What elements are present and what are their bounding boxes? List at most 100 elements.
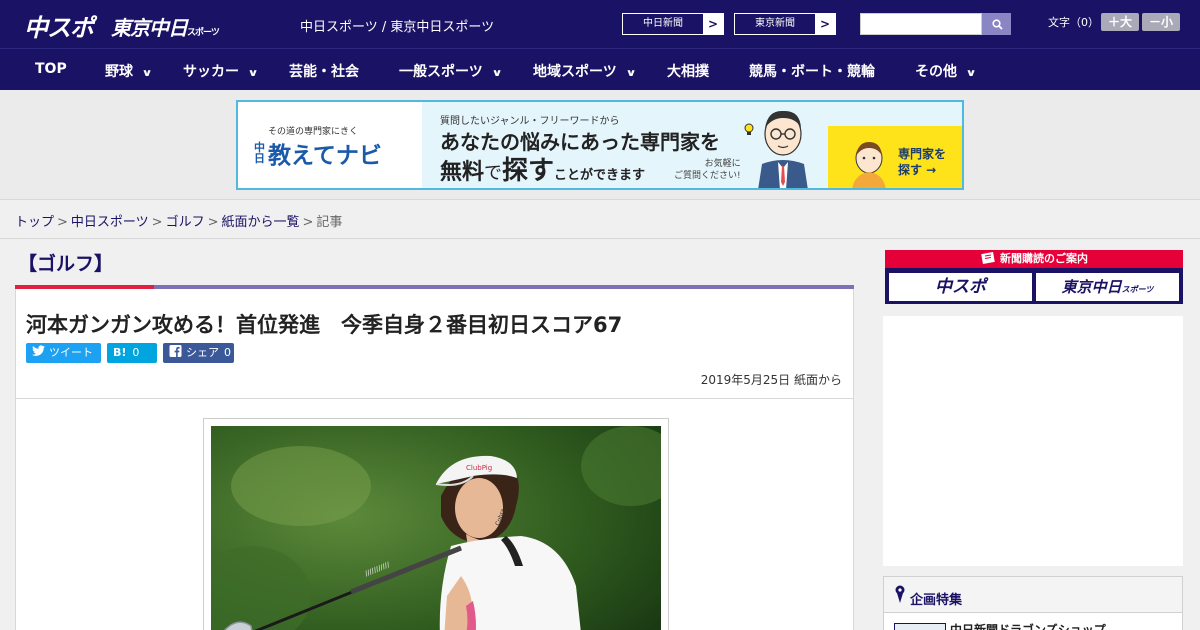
- nav-item-label: 芸能・社会: [289, 64, 359, 80]
- sidebar-ad-slot[interactable]: [883, 316, 1183, 566]
- ad-free-text: 無料: [440, 160, 485, 185]
- search-icon: [992, 19, 1003, 30]
- main-nav: TOP 野球 ∨ サッカー ∨ 芸能・社会 一般スポーツ ∨ 地域スポーツ ∨ 大相撲 …: [0, 48, 1200, 90]
- article-date: 2019年5月25日 紙面から: [700, 373, 842, 387]
- search-input[interactable]: [860, 13, 982, 35]
- pin-icon: [895, 585, 905, 603]
- article-photo[interactable]: ClubPig Cobra ///////////: [211, 426, 661, 630]
- hatena-count: 0: [132, 346, 140, 359]
- breadcrumb-separator: >: [151, 215, 163, 230]
- chevron-down-icon: ∨: [247, 68, 259, 79]
- nav-item-label: 競馬・ボート・競輪: [749, 64, 875, 80]
- breadcrumb-current: 記事: [316, 215, 343, 230]
- ad-cta-text: 専門家を探す →: [898, 146, 946, 178]
- nav-item-other[interactable]: その他 ∨: [915, 61, 977, 81]
- nav-item-label: サッカー: [183, 64, 239, 80]
- breadcrumb-link-golf[interactable]: ゴルフ: [166, 215, 205, 230]
- nav-item-label: 野球: [105, 64, 133, 80]
- subscribe-chuspo-link[interactable]: 中スポ: [889, 273, 1032, 301]
- breadcrumb-link-paper-list[interactable]: 紙面から一覧: [222, 215, 300, 230]
- search-button[interactable]: [982, 13, 1011, 35]
- nav-item-top[interactable]: TOP: [35, 61, 67, 77]
- ad-note-line: お気軽に: [704, 159, 741, 169]
- breadcrumb-link-top[interactable]: トップ: [15, 215, 54, 230]
- facebook-count: 0: [224, 346, 231, 359]
- feature-section: 企画特集 中日新聞ドラゴンズショップ: [883, 576, 1183, 630]
- chevron-right-icon: >: [815, 14, 835, 34]
- tokyo-logo-text: 東京中日: [111, 16, 188, 40]
- newspaper-icon: [981, 252, 995, 264]
- ad-search-text: 探す: [502, 156, 555, 186]
- top-ad-area: その道の専門家にきく 中日 教えてナビ 質問したいジャンル・フリーワードから あ…: [0, 90, 1200, 200]
- ad-headline-2: 無料で探すことができます: [440, 150, 645, 187]
- businessman-illustration: [758, 110, 808, 188]
- ad-brand-panel: その道の専門家にきく 中日 教えてナビ: [238, 102, 422, 188]
- ad-note: お気軽に ご質問ください!: [674, 158, 741, 182]
- breadcrumb-separator: >: [57, 215, 68, 230]
- subscription-heading: 新聞購読のご案内: [885, 250, 1183, 268]
- paper-link-label: 中日新聞: [643, 18, 683, 29]
- chunichi-shimbun-link[interactable]: 中日新聞 >: [622, 13, 724, 35]
- feature-thumbnail[interactable]: [894, 623, 946, 630]
- facebook-share-label: シェア: [186, 346, 219, 359]
- nav-item-regional-sports[interactable]: 地域スポーツ ∨: [533, 61, 637, 81]
- ad-brand-name: 教えてナビ: [268, 143, 382, 169]
- breadcrumb-divider: [0, 238, 1200, 239]
- font-size-increase-button[interactable]: ＋大: [1101, 13, 1139, 31]
- font-size-label: 文字（0）: [1048, 16, 1099, 29]
- nav-item-racing[interactable]: 競馬・ボート・競輪: [749, 61, 875, 81]
- subscribe-tokyo-label: 東京中日: [1061, 278, 1122, 296]
- tokyo-chunichi-logo[interactable]: 東京中日スポーツ: [111, 12, 220, 41]
- facebook-icon: [169, 345, 182, 357]
- chuspo-logo[interactable]: 中スポ: [24, 8, 94, 43]
- feature-item-link[interactable]: 中日新聞ドラゴンズショップ: [950, 621, 1106, 630]
- chevron-right-icon: >: [703, 14, 723, 34]
- chevron-down-icon: ∨: [965, 68, 977, 79]
- article-photo-frame: ClubPig Cobra ///////////: [203, 418, 669, 630]
- subscribe-tokyo-chunichi-link[interactable]: 東京中日スポーツ: [1036, 273, 1179, 301]
- font-size-decrease-button[interactable]: －小: [1142, 13, 1180, 31]
- breadcrumb-separator: >: [207, 215, 219, 230]
- nav-item-label: その他: [915, 64, 957, 80]
- nav-item-soccer[interactable]: サッカー ∨: [183, 61, 259, 81]
- ad-tail-text: ことができます: [554, 168, 646, 183]
- nav-item-label: TOP: [35, 61, 67, 77]
- hatena-bookmark-icon: B!: [113, 346, 127, 359]
- nav-item-general-sports[interactable]: 一般スポーツ ∨: [399, 61, 503, 81]
- chevron-down-icon: ∨: [141, 68, 153, 79]
- nav-item-sumo[interactable]: 大相撲: [667, 61, 709, 81]
- nav-item-baseball[interactable]: 野球 ∨: [105, 61, 153, 81]
- chevron-down-icon: ∨: [491, 68, 503, 79]
- article-headline: 河本ガンガン攻める！首位発進 今季自身２番目初日スコア67: [26, 313, 623, 337]
- feature-header: 企画特集: [884, 577, 1182, 613]
- tokyo-logo-suffix: スポーツ: [187, 28, 220, 38]
- breadcrumb-link-chunichi-sports[interactable]: 中日スポーツ: [71, 215, 149, 230]
- site-header: 中スポ 東京中日スポーツ 中日スポーツ / 東京中日スポーツ 中日新聞 > 東京…: [0, 0, 1200, 48]
- subscription-banner[interactable]: 新聞購読のご案内 中スポ 東京中日スポーツ: [885, 250, 1183, 304]
- nav-item-label: 一般スポーツ: [399, 64, 483, 80]
- category-heading: 【ゴルフ】: [18, 253, 114, 275]
- ad-cta-line: 探す →: [898, 163, 937, 177]
- breadcrumb-separator: >: [302, 215, 314, 230]
- golfer-photo-illustration: ClubPig Cobra ///////////: [211, 426, 661, 630]
- article-divider: [16, 398, 853, 399]
- ad-subheading: 質問したいジャンル・フリーワードから: [440, 116, 620, 127]
- tokyo-shimbun-link[interactable]: 東京新聞 >: [734, 13, 836, 35]
- site-tagline: 中日スポーツ / 東京中日スポーツ: [300, 20, 495, 35]
- twitter-bird-icon: [32, 345, 45, 356]
- oshiete-navi-banner-ad[interactable]: その道の専門家にきく 中日 教えてナビ 質問したいジャンル・フリーワードから あ…: [236, 100, 964, 190]
- facebook-share-button[interactable]: シェア 0: [163, 343, 234, 363]
- tweet-button[interactable]: ツイート: [26, 343, 101, 363]
- breadcrumb: トップ > 中日スポーツ > ゴルフ > 紙面から一覧 > 記事: [15, 211, 342, 230]
- ad-cta-line: 専門家を: [898, 147, 947, 161]
- nav-item-entertainment[interactable]: 芸能・社会: [289, 61, 359, 81]
- nav-item-label: 地域スポーツ: [533, 64, 617, 80]
- idea-spark-icon: [744, 123, 754, 135]
- subscribe-tokyo-suffix: スポーツ: [1121, 285, 1154, 294]
- ad-brand-prefix: 中日: [254, 141, 265, 165]
- chevron-down-icon: ∨: [625, 68, 637, 79]
- article-card: 河本ガンガン攻める！首位発進 今季自身２番目初日スコア67 ツイート B! 0 シ…: [15, 289, 854, 630]
- woman-illustration: [852, 142, 886, 188]
- hatena-bookmark-button[interactable]: B! 0: [107, 343, 157, 363]
- paper-link-label: 東京新聞: [755, 18, 795, 29]
